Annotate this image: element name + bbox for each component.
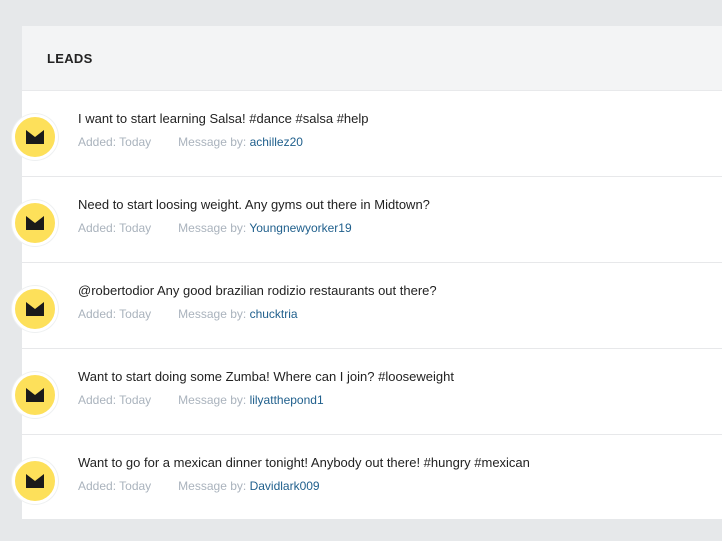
lead-message: @robertodior Any good brazilian rodizio … — [78, 283, 437, 298]
message-by-label: Message by: — [178, 307, 247, 321]
lead-meta: Added: Today Message by: chucktria — [78, 307, 298, 321]
panel-header: LEADS — [22, 26, 722, 91]
added-date: Added: Today — [78, 135, 152, 149]
crown-icon — [26, 216, 44, 230]
username-link[interactable]: lilyatthepond1 — [250, 393, 324, 407]
added-date: Added: Today — [78, 479, 152, 493]
list-item: Want to start doing some Zumba! Where ca… — [12, 349, 722, 435]
message-by-label: Message by: — [178, 479, 247, 493]
added-date: Added: Today — [78, 393, 152, 407]
username-link[interactable]: chucktria — [250, 307, 298, 321]
avatar — [12, 200, 58, 246]
list-item: Want to go for a mexican dinner tonight!… — [12, 435, 722, 521]
lead-meta: Added: Today Message by: lilyatthepond1 — [78, 393, 324, 407]
lead-message: Want to start doing some Zumba! Where ca… — [78, 369, 454, 384]
username-link[interactable]: achillez20 — [250, 135, 303, 149]
avatar — [12, 286, 58, 332]
avatar — [12, 458, 58, 504]
list-item: Need to start loosing weight. Any gyms o… — [12, 177, 722, 263]
avatar — [12, 372, 58, 418]
crown-icon — [26, 302, 44, 316]
lead-meta: Added: Today Message by: achillez20 — [78, 135, 303, 149]
lead-meta: Added: Today Message by: Youngnewyorker19 — [78, 221, 352, 235]
username-link[interactable]: Davidlark009 — [250, 479, 320, 493]
message-by-label: Message by: — [178, 221, 247, 235]
leads-panel: LEADS I want to start learning Salsa! #d… — [12, 26, 722, 521]
added-date: Added: Today — [78, 307, 152, 321]
message-by-label: Message by: — [178, 393, 247, 407]
crown-icon — [26, 388, 44, 402]
added-date: Added: Today — [78, 221, 152, 235]
list-item: I want to start learning Salsa! #dance #… — [12, 91, 722, 177]
lead-list: I want to start learning Salsa! #dance #… — [12, 91, 722, 521]
avatar — [12, 114, 58, 160]
username-link[interactable]: Youngnewyorker19 — [249, 221, 351, 235]
lead-message: Want to go for a mexican dinner tonight!… — [78, 455, 530, 470]
crown-icon — [26, 474, 44, 488]
lead-message: I want to start learning Salsa! #dance #… — [78, 111, 369, 126]
list-item: @robertodior Any good brazilian rodizio … — [12, 263, 722, 349]
message-by-label: Message by: — [178, 135, 247, 149]
lead-meta: Added: Today Message by: Davidlark009 — [78, 479, 320, 493]
crown-icon — [26, 130, 44, 144]
lead-message: Need to start loosing weight. Any gyms o… — [78, 197, 430, 212]
panel-title: LEADS — [47, 50, 93, 66]
